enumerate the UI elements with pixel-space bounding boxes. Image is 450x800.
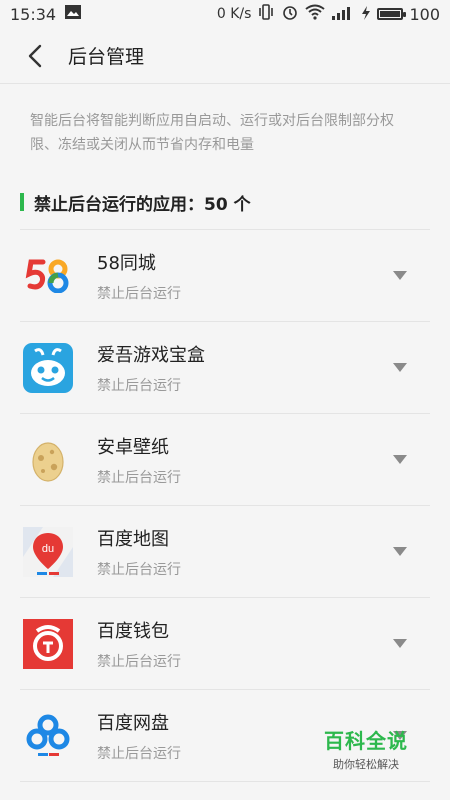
- game-box-icon: [23, 342, 73, 393]
- back-arrow-icon: [28, 44, 42, 67]
- back-button[interactable]: [20, 41, 50, 71]
- wifi-icon: [305, 4, 326, 24]
- list-item[interactable]: 58同城 禁止后台运行: [20, 230, 430, 322]
- watermark-title: 百科全说: [324, 729, 408, 753]
- 58-logo-icon: [23, 251, 73, 301]
- status-bar: 15:34 0 K/s 100: [0, 0, 450, 28]
- egg-icon: [23, 435, 73, 485]
- dropdown-arrow-icon[interactable]: [392, 452, 408, 468]
- app-status: 禁止后台运行: [97, 285, 181, 302]
- list-item[interactable]: 百度钱包 禁止后台运行: [20, 598, 430, 690]
- app-name: 58同城: [97, 252, 156, 274]
- app-status: 禁止后台运行: [97, 561, 181, 578]
- svg-text:du: du: [42, 543, 54, 555]
- app-status: 禁止后台运行: [97, 653, 181, 670]
- dropdown-arrow-icon[interactable]: [392, 360, 408, 376]
- cloud-icon: [23, 711, 73, 761]
- app-header: 后台管理: [0, 28, 450, 84]
- section-header: 禁止后台运行的应用：50 个: [20, 187, 430, 217]
- list-item[interactable]: 爱吾游戏宝盒 禁止后台运行: [20, 322, 430, 414]
- app-name: 百度钱包: [97, 620, 169, 642]
- description-text: 智能后台将智能判断应用自启动、运行或对后台限制部分权限、冻结或关闭从而节省内存和…: [30, 113, 394, 153]
- app-name: 百度地图: [97, 528, 169, 550]
- page-title: 后台管理: [68, 46, 145, 68]
- wallet-icon: [23, 618, 73, 669]
- app-status: 禁止后台运行: [97, 469, 181, 486]
- battery-icon: [377, 8, 407, 20]
- signal-icon: [331, 5, 355, 24]
- app-status: 禁止后台运行: [97, 377, 181, 394]
- list-item[interactable]: du 百度地图 禁止后台运行: [20, 506, 430, 598]
- vibrate-icon: [257, 4, 275, 24]
- watermark: 百科全说 助你轻松解决: [324, 725, 408, 772]
- dropdown-arrow-icon[interactable]: [392, 544, 408, 560]
- app-name: 安卓壁纸: [97, 436, 169, 458]
- app-name: 爱吾游戏宝盒: [97, 344, 205, 366]
- network-speed: 0 K/s: [216, 6, 252, 22]
- dropdown-arrow-icon[interactable]: [392, 636, 408, 652]
- battery-level: 100: [409, 4, 440, 24]
- app-list: 58同城 禁止后台运行 爱吾游戏宝盒 禁止后台运行 安卓壁纸 禁止后台运行 du…: [20, 229, 430, 782]
- section-title: 禁止后台运行的应用：50 个: [34, 194, 251, 215]
- section-accent-bar: [20, 193, 24, 211]
- alarm-icon: [281, 3, 299, 25]
- watermark-subtitle: 助你轻松解决: [333, 758, 399, 771]
- map-pin-icon: du: [23, 526, 73, 577]
- list-item[interactable]: 安卓壁纸 禁止后台运行: [20, 414, 430, 506]
- charging-icon: [361, 5, 371, 24]
- clock: 15:34: [10, 4, 57, 24]
- dropdown-arrow-icon[interactable]: [392, 268, 408, 284]
- notification-image-icon: [64, 4, 82, 24]
